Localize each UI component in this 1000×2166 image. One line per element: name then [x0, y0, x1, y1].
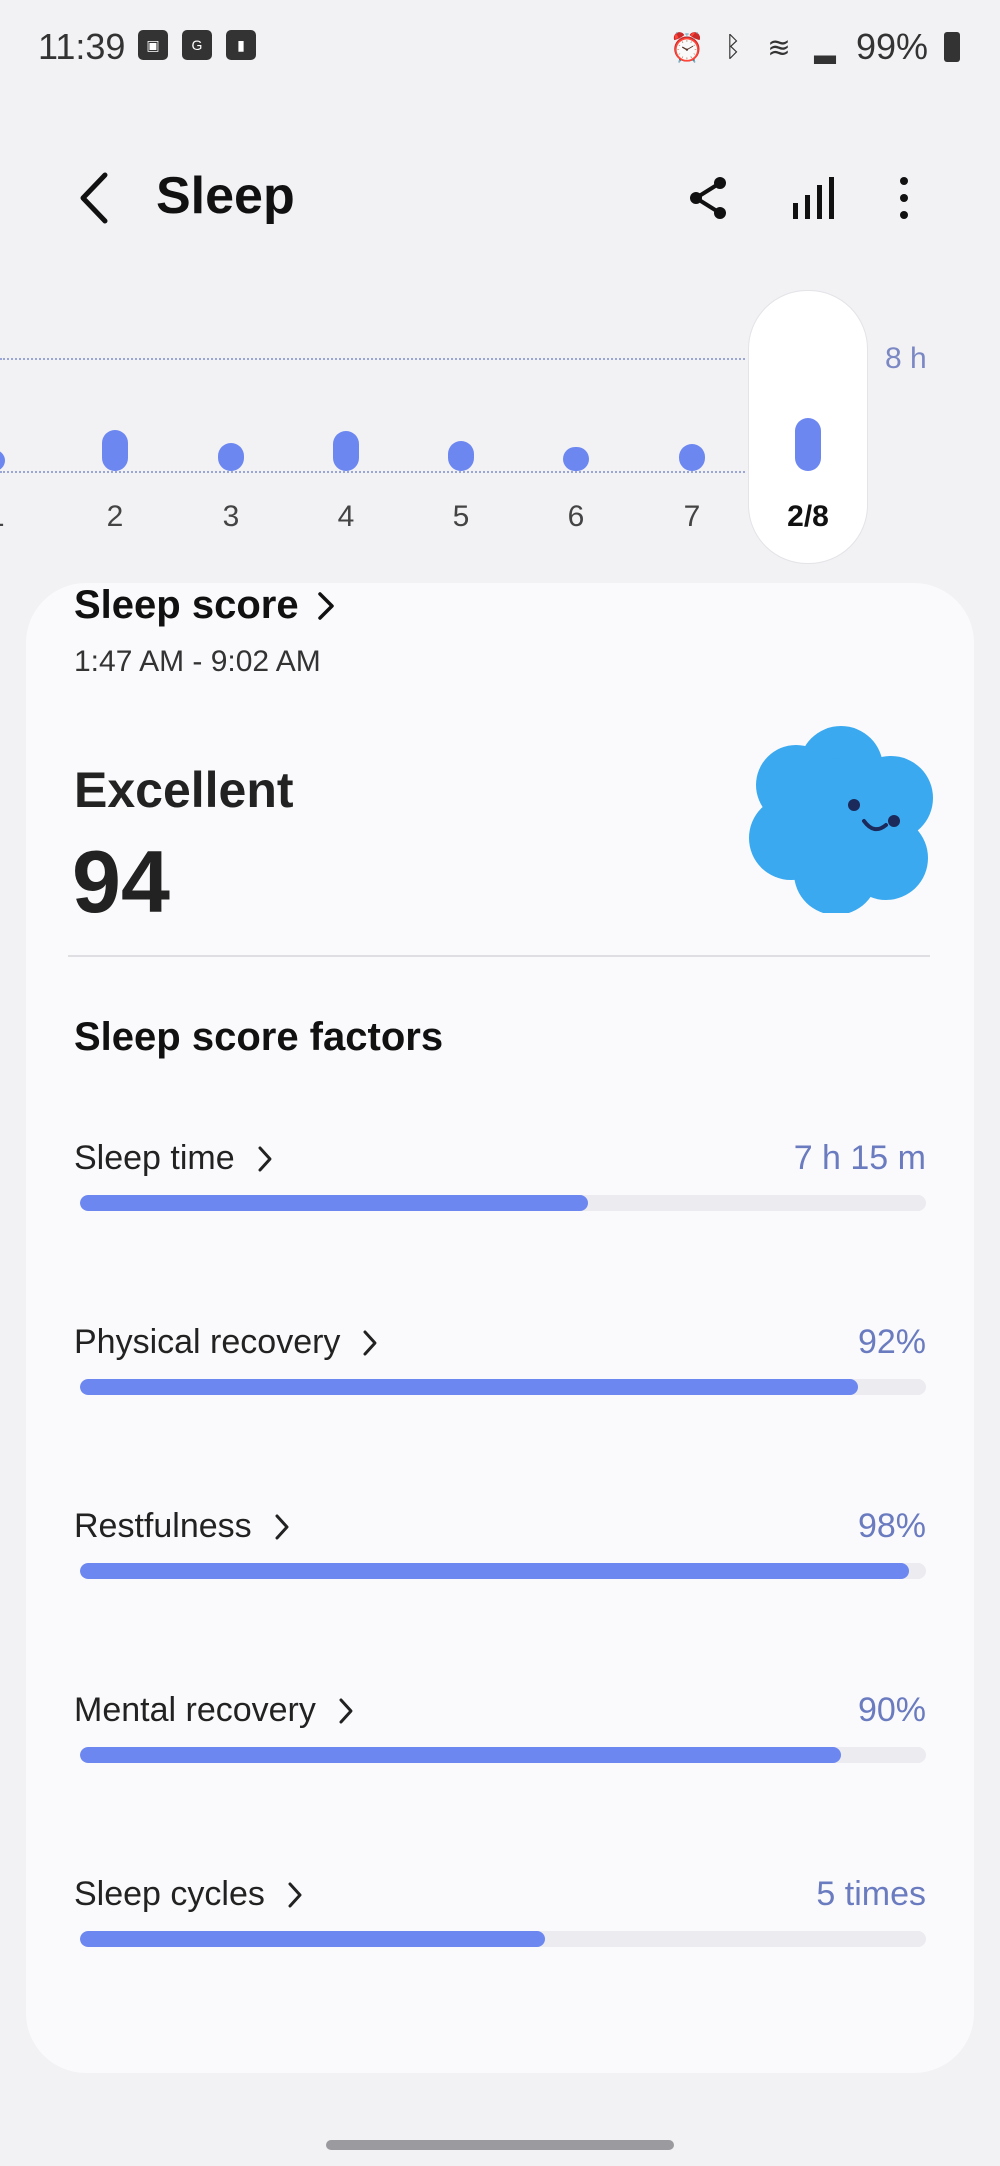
chart-x-label-1: /1	[0, 500, 32, 534]
home-indicator[interactable]	[326, 2140, 674, 2150]
factor-label-text: Sleep cycles	[74, 1875, 265, 1913]
more-options-button[interactable]	[874, 168, 934, 228]
factor-progress-track	[80, 1379, 926, 1395]
chart-bar-1[interactable]	[0, 449, 5, 471]
target-line	[0, 358, 745, 360]
factor-progress-fill	[80, 1379, 859, 1395]
chevron-right-icon	[258, 1146, 272, 1171]
factor-progress-fill	[80, 1563, 910, 1579]
factor-label-text: Sleep time	[74, 1139, 235, 1177]
score-rating: Excellent	[74, 762, 294, 818]
factor-progress-track	[80, 1195, 926, 1211]
factor-progress-fill	[80, 1195, 588, 1211]
chart-x-label-6: 6	[567, 500, 585, 533]
back-arrow-icon	[80, 172, 108, 224]
chart-x-label-7: 7	[683, 500, 701, 533]
bar-chart-icon	[793, 177, 834, 219]
back-button[interactable]	[66, 166, 122, 230]
cloud-mascot-icon	[749, 726, 933, 913]
sleep-score-link[interactable]: Sleep score	[74, 583, 335, 628]
factor-label: Sleep time	[74, 1139, 273, 1178]
factor-progress-fill	[80, 1747, 842, 1763]
factor-row[interactable]: Mental recovery 90%	[74, 1691, 926, 1791]
sleep-score-card: Sleep score 1:47 AM - 9:02 AM Excellent …	[26, 583, 974, 2073]
battery-icon	[944, 32, 960, 62]
factor-label: Restfulness	[74, 1507, 290, 1546]
chevron-right-icon	[275, 1514, 289, 1539]
status-bar: 11:39 ▣ G ▮ ⏰ ᛒ ≋ ▂ 99%	[0, 0, 1000, 96]
device-icon: ▮	[226, 30, 256, 60]
sleep-time-range: 1:47 AM - 9:02 AM	[74, 645, 321, 678]
bluetooth-icon: ᛒ	[724, 31, 742, 62]
factors-title: Sleep score factors	[74, 1015, 444, 1059]
chevron-right-icon	[363, 1330, 377, 1355]
notification-g-icon: G	[182, 30, 212, 60]
battery-percent: 99%	[855, 26, 928, 67]
divider	[68, 955, 930, 957]
gallery-icon: ▣	[138, 30, 168, 60]
factor-row[interactable]: Physical recovery 92%	[74, 1323, 926, 1423]
factor-label: Physical recovery	[74, 1323, 378, 1362]
factor-label-text: Physical recovery	[74, 1323, 341, 1361]
sleep-score-title: Sleep score	[74, 583, 299, 627]
factor-value: 92%	[857, 1323, 926, 1361]
page-title: Sleep	[156, 167, 295, 225]
factor-value: 7 h 15 m	[793, 1139, 926, 1177]
share-icon	[690, 177, 726, 219]
factor-progress-track	[80, 1747, 926, 1763]
score-value: 94	[72, 832, 170, 931]
factor-value: 5 times	[816, 1875, 926, 1913]
factor-progress-track	[80, 1563, 926, 1579]
factor-value: 98%	[857, 1507, 926, 1545]
signal-icon: ▂	[814, 31, 836, 63]
system-icons: ⏰ ᛒ ≋ ▂ 99%	[669, 26, 960, 68]
factor-row[interactable]: Sleep time 7 h 15 m	[74, 1139, 926, 1239]
chevron-right-icon	[339, 1698, 353, 1723]
more-vert-icon	[900, 177, 908, 219]
chart-bar-4[interactable]	[333, 431, 359, 471]
factor-label-text: Mental recovery	[74, 1691, 316, 1729]
chevron-right-icon	[288, 1882, 302, 1907]
chart-x-label-8: 2/8	[787, 500, 829, 533]
factor-row[interactable]: Sleep cycles 5 times	[74, 1875, 926, 1975]
chart-bar-8[interactable]	[795, 418, 821, 471]
share-button[interactable]	[678, 168, 738, 228]
chart-bar-5[interactable]	[448, 441, 474, 471]
chart-bar-7[interactable]	[679, 444, 705, 471]
status-time: 11:39	[38, 26, 126, 67]
factor-value: 90%	[857, 1691, 926, 1729]
chevron-right-icon	[317, 591, 334, 620]
factor-label: Sleep cycles	[74, 1875, 303, 1914]
notification-icons: ▣ G ▮	[138, 30, 256, 60]
factor-progress-fill	[80, 1931, 546, 1947]
chart-x-label-3: 3	[222, 500, 240, 533]
chart-bar-2[interactable]	[102, 430, 128, 471]
baseline	[0, 471, 745, 473]
chart-x-label-4: 4	[337, 500, 355, 533]
chart-bar-3[interactable]	[218, 442, 244, 471]
factor-progress-track	[80, 1931, 926, 1947]
alarm-icon: ⏰	[669, 31, 705, 63]
sleep-chart[interactable]: 8 h /1 2 3 4 5 6 7 2/8	[0, 290, 1000, 570]
app-bar: Sleep	[0, 150, 1000, 250]
trends-button[interactable]	[782, 168, 842, 228]
factor-row[interactable]: Restfulness 98%	[74, 1507, 926, 1607]
factor-label: Mental recovery	[74, 1691, 354, 1730]
factor-label-text: Restfulness	[74, 1507, 252, 1545]
target-label: 8 h	[885, 342, 927, 375]
chart-bar-6[interactable]	[563, 446, 589, 471]
chart-x-label-5: 5	[452, 500, 470, 533]
chart-x-label-2: 2	[106, 500, 124, 533]
wifi-icon: ≋	[767, 31, 791, 63]
